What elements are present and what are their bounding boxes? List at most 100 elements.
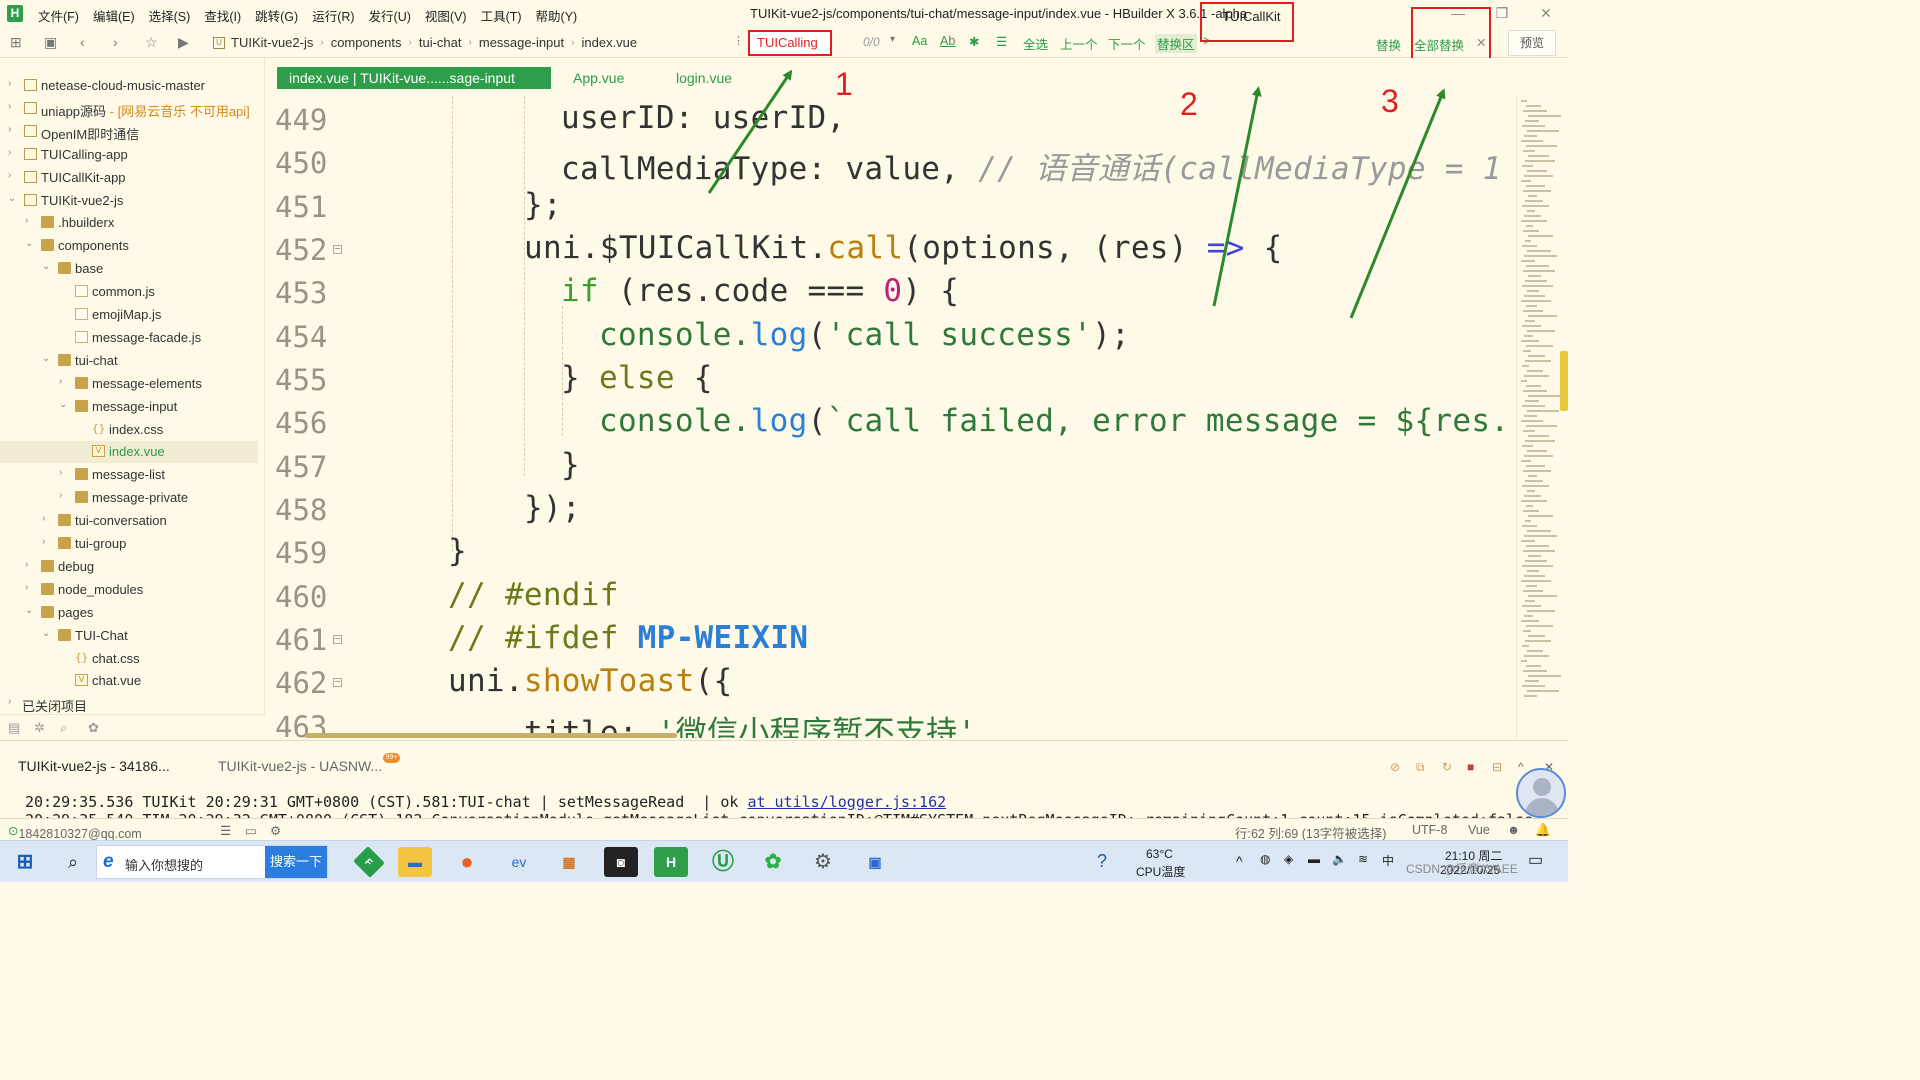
taskbar-search-button[interactable]: 搜索一下: [265, 846, 327, 878]
plugin-icon[interactable]: ✿: [88, 720, 99, 736]
encoding-indicator[interactable]: UTF-8: [1412, 823, 1447, 837]
search-icon[interactable]: ⌕: [56, 847, 90, 877]
tray-app-icon[interactable]: ◈: [1284, 852, 1293, 866]
breadcrumb-item[interactable]: components: [331, 35, 402, 50]
volume-icon[interactable]: 🔈: [1332, 852, 1347, 866]
log-source-link[interactable]: at utils/logger.js:162: [747, 793, 946, 811]
explorer-icon[interactable]: ▤: [8, 720, 20, 736]
chevron-down-icon[interactable]: ⌄: [59, 399, 67, 410]
uniapp-icon[interactable]: Ⓤ: [706, 847, 740, 877]
tree-item[interactable]: › TUICalling-app: [0, 144, 258, 166]
tree-item[interactable]: › OpenIM即时通信: [0, 121, 258, 143]
tree-item[interactable]: › tui-group: [0, 533, 258, 555]
message-icon[interactable]: ▭: [245, 823, 257, 838]
run-icon[interactable]: ▶: [178, 34, 189, 51]
forward-icon[interactable]: ›: [113, 34, 118, 50]
tree-item[interactable]: ⌄ tui-chat: [0, 350, 258, 372]
tree-item[interactable]: message-facade.js: [0, 327, 258, 349]
language-mode[interactable]: Vue: [1468, 823, 1490, 837]
tree-item[interactable]: ⌄ TUIKit-vue2-js: [0, 190, 258, 212]
menu-run[interactable]: 运行(R): [312, 6, 354, 25]
chevron-right-icon[interactable]: ›: [25, 215, 28, 226]
back-icon[interactable]: ‹: [80, 34, 85, 50]
help-icon[interactable]: ?: [1097, 851, 1107, 872]
remote-desktop-icon[interactable]: ▣: [858, 847, 892, 877]
replace-input[interactable]: TUICallKit: [1200, 2, 1294, 42]
search-panel-icon[interactable]: ⌕: [60, 720, 67, 736]
wechat-icon[interactable]: ✿: [756, 847, 790, 877]
chevron-right-icon[interactable]: ›: [8, 170, 11, 181]
ime-indicator[interactable]: 中: [1382, 852, 1394, 869]
code-editor[interactable]: 449 450 451 452 453 454 455 456 457 458 …: [266, 96, 1516, 738]
chevron-down-icon[interactable]: ▾: [890, 34, 895, 45]
list-icon[interactable]: ☰: [220, 823, 231, 838]
chevron-right-icon[interactable]: ›: [8, 124, 11, 135]
breadcrumb-item[interactable]: tui-chat: [419, 35, 462, 50]
find-prev-button[interactable]: 上一个: [1060, 34, 1098, 53]
fold-toggle-icon[interactable]: −: [333, 244, 342, 255]
file-explorer-icon[interactable]: ▬: [398, 847, 432, 877]
minimize-panel-icon[interactable]: ⊟: [1492, 760, 1502, 774]
chevron-right-icon[interactable]: ›: [8, 78, 11, 89]
chevron-right-icon[interactable]: ›: [42, 513, 45, 524]
whole-word-toggle[interactable]: Ab: [940, 34, 955, 48]
settings-icon[interactable]: ⚙: [270, 823, 281, 838]
tree-item[interactable]: ⌄ TUI-Chat: [0, 625, 258, 647]
chevron-right-icon[interactable]: ›: [8, 101, 11, 112]
tree-item[interactable]: emojiMap.js: [0, 304, 258, 326]
fold-toggle-icon[interactable]: −: [333, 677, 342, 688]
breadcrumb-item[interactable]: index.vue: [581, 35, 637, 50]
tree-item[interactable]: › netease-cloud-music-master: [0, 75, 258, 97]
battery-icon[interactable]: ▬: [1308, 852, 1320, 866]
feedback-icon[interactable]: ☻: [1507, 823, 1520, 837]
chevron-right-icon[interactable]: ›: [25, 582, 28, 593]
menu-file[interactable]: 文件(F): [38, 6, 79, 25]
settings-gear-icon[interactable]: ⚙: [806, 847, 840, 877]
minimap[interactable]: [1516, 96, 1568, 738]
bookmark-star-icon[interactable]: ☆: [145, 34, 158, 51]
find-next-button[interactable]: 下一个: [1108, 34, 1146, 53]
restart-icon[interactable]: ↻: [1442, 760, 1452, 774]
closed-projects[interactable]: › 已关闭项目: [0, 693, 258, 715]
tree-item[interactable]: › .hbuilderx: [0, 212, 258, 234]
taskbar-search[interactable]: e 输入你想搜的 搜索一下: [96, 845, 328, 879]
chevron-right-icon[interactable]: ›: [8, 696, 11, 707]
stop-icon[interactable]: ⊘: [1390, 760, 1400, 774]
find-input[interactable]: TUICalling: [748, 30, 832, 56]
tree-item[interactable]: Vindex.vue: [0, 441, 258, 464]
tree-item[interactable]: {} index.css: [0, 419, 258, 441]
new-file-icon[interactable]: ⊞: [10, 34, 22, 51]
hbuilderx-taskbar-icon[interactable]: H: [654, 847, 688, 877]
selection-only-icon[interactable]: ☰: [996, 34, 1007, 49]
ev-recorder-icon[interactable]: ev: [502, 847, 536, 877]
tree-item[interactable]: › message-list: [0, 464, 258, 486]
chevron-right-icon[interactable]: ›: [25, 559, 28, 570]
tree-item[interactable]: common.js: [0, 281, 258, 303]
taskbar-search-input[interactable]: 输入你想搜的: [125, 855, 203, 874]
tree-item[interactable]: ⌄ base: [0, 258, 258, 280]
menu-tools[interactable]: 工具(T): [481, 6, 522, 25]
breadcrumb-item[interactable]: message-input: [479, 35, 564, 50]
tree-item[interactable]: › debug: [0, 556, 258, 578]
chevron-right-icon[interactable]: ›: [42, 536, 45, 547]
replace-scope-button[interactable]: 替换区: [1155, 34, 1197, 53]
menu-edit[interactable]: 编辑(E): [93, 6, 135, 25]
tree-item[interactable]: ⌄ message-input: [0, 396, 258, 418]
chevron-down-icon[interactable]: ⌄: [42, 353, 50, 364]
chevron-right-icon[interactable]: ›: [59, 467, 62, 478]
close-window-icon[interactable]: ✕: [1524, 0, 1568, 28]
chevron-down-icon[interactable]: ⌄: [42, 628, 50, 639]
tree-item[interactable]: {} chat.css: [0, 648, 258, 670]
camera-app-icon[interactable]: ◙: [604, 847, 638, 877]
tab-login-vue[interactable]: login.vue: [676, 67, 732, 89]
chevron-right-icon[interactable]: ›: [8, 147, 11, 158]
menu-find[interactable]: 查找(I): [204, 6, 241, 25]
tree-item[interactable]: ⌄ pages: [0, 602, 258, 624]
menu-goto[interactable]: 跳转(G): [255, 6, 298, 25]
tree-item[interactable]: › node_modules: [0, 579, 258, 601]
tray-app-icon[interactable]: ◍: [1260, 852, 1270, 866]
app-green-icon[interactable]: F: [353, 846, 385, 878]
menu-publish[interactable]: 发行(U): [369, 6, 411, 25]
open-devtools-icon[interactable]: ⧉: [1416, 760, 1425, 775]
menu-select[interactable]: 选择(S): [149, 6, 191, 25]
